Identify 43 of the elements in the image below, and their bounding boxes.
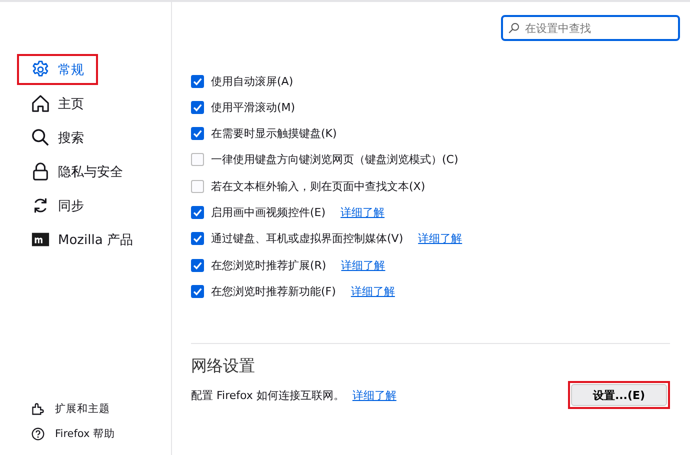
nav-item[interactable]: 常规 — [17, 54, 98, 85]
option-label: 使用自动滚屏(A) — [211, 74, 294, 88]
description-text: 配置 Firefox 如何连接互联网。 — [191, 388, 344, 403]
checkbox[interactable] — [191, 100, 204, 114]
checkbox[interactable] — [191, 180, 204, 193]
lock-icon — [31, 162, 50, 181]
checkbox[interactable] — [191, 206, 204, 219]
section-heading: 网络设置 — [191, 356, 256, 378]
checkbox[interactable] — [191, 74, 204, 88]
search-field[interactable]: 在设置中查找 — [501, 15, 680, 41]
checkbox[interactable] — [191, 232, 204, 246]
option-label: 使用平滑滚动(M) — [211, 100, 296, 115]
search-icon — [508, 22, 520, 34]
option-label: 通过键盘、耳机或虚拟界面控制媒体(V) — [211, 231, 404, 246]
option-label: 在您浏览时推荐新功能(F) — [211, 284, 336, 299]
learn-more-link[interactable]: 详细了解 — [340, 204, 385, 220]
settings-button[interactable]: 设置...(E) — [571, 384, 667, 406]
puzzle-icon — [31, 402, 45, 416]
learn-more-link[interactable]: 详细了解 — [350, 284, 395, 299]
nav-item[interactable]: 搜索 — [17, 122, 98, 153]
learn-more-link[interactable]: 详细了解 — [352, 388, 396, 403]
checkbox[interactable] — [191, 127, 204, 140]
nav-item[interactable]: 主页 — [17, 88, 98, 119]
footer-link[interactable]: Firefox 帮助 — [31, 427, 171, 441]
home-icon — [31, 94, 50, 113]
option-label: 一律使用键盘方向键浏览网页（键盘浏览模式）(C) — [211, 152, 458, 168]
option-label: 启用画中画视频控件(E) — [211, 204, 326, 220]
help-icon — [31, 427, 45, 441]
option-label: 在您浏览时推荐扩展(R) — [211, 258, 326, 273]
checkbox[interactable] — [191, 258, 204, 272]
mozilla-icon — [31, 230, 50, 249]
checkbox[interactable] — [191, 153, 204, 166]
learn-more-link[interactable]: 详细了解 — [341, 258, 386, 273]
option-label: 在需要时显示触摸键盘(K) — [211, 126, 337, 142]
checkbox[interactable] — [191, 284, 204, 298]
option-label: 若在文本框外输入，则在页面中查找文本(X) — [211, 178, 426, 194]
search-icon — [31, 128, 50, 147]
nav-item[interactable]: 隐私与安全 — [17, 156, 137, 187]
gear-icon — [31, 60, 50, 79]
learn-more-link[interactable]: 详细了解 — [418, 231, 462, 246]
nav-item[interactable]: Mozilla 产品 — [17, 224, 147, 255]
footer-link[interactable]: 扩展和主题 — [31, 402, 171, 416]
nav-item[interactable]: 同步 — [17, 190, 98, 221]
